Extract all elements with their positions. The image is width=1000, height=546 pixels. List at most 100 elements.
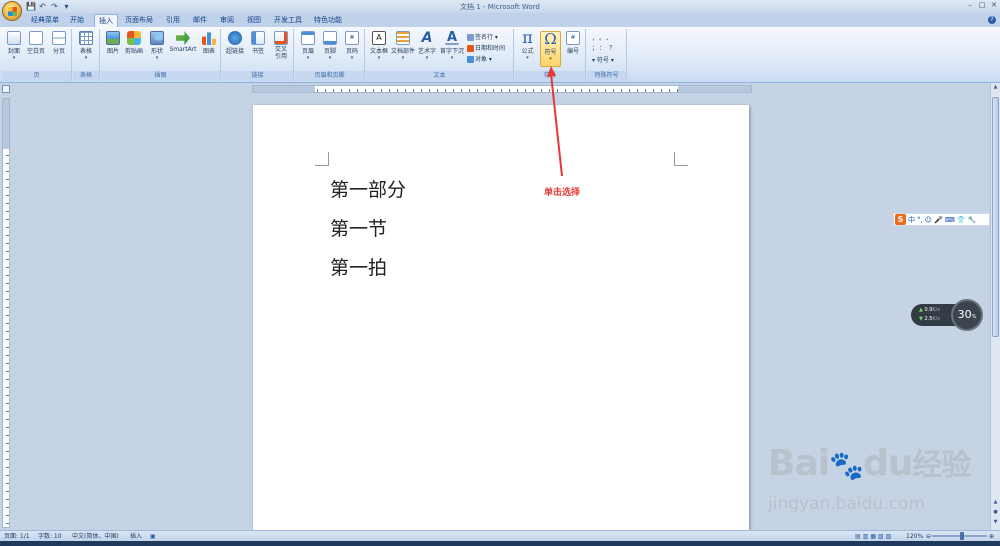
table-label: 表格	[79, 48, 92, 55]
numbering-button[interactable]: # 编号	[563, 31, 583, 67]
horizontal-ruler[interactable]	[252, 85, 752, 93]
ime-skin-icon[interactable]: 👕	[957, 216, 966, 224]
object-button[interactable]: 对象 ▾	[467, 54, 492, 63]
prev-page-icon[interactable]: ▲	[992, 498, 999, 506]
bookmark-button[interactable]: 书签	[248, 31, 268, 67]
tab-page-layout[interactable]: 页面布局	[122, 14, 156, 27]
close-button[interactable]: ✕	[988, 0, 1000, 10]
vertical-scrollbar[interactable]: ▲ ▲ ● ▼	[990, 83, 1000, 530]
cross-reference-icon	[274, 31, 288, 45]
memory-usage-circle[interactable]: 30%	[951, 299, 983, 331]
chart-label: 图表	[202, 48, 215, 55]
quick-parts-button[interactable]: 文档部件 ▾	[391, 31, 415, 67]
tab-selector-icon[interactable]	[2, 85, 10, 93]
date-time-icon	[467, 45, 474, 52]
watermark-brand: Bai	[768, 443, 830, 484]
blank-page-button[interactable]: 空白页	[24, 31, 48, 67]
maximize-button[interactable]: □	[976, 0, 988, 10]
footer-button[interactable]: 页脚 ▾	[320, 31, 340, 67]
window-title: 文档 1 - Microsoft Word	[460, 3, 540, 11]
tab-view[interactable]: 视图	[243, 14, 265, 27]
doc-line-1[interactable]: 第一部分	[330, 175, 406, 202]
tab-references[interactable]: 引用	[162, 14, 184, 27]
picture-button[interactable]: 图片	[104, 31, 122, 67]
ime-tools-icon[interactable]: 🔧	[968, 216, 977, 224]
ruler-row	[0, 83, 1000, 95]
sogou-logo-icon[interactable]: S	[895, 214, 906, 225]
tab-home[interactable]: 开始	[66, 14, 88, 27]
signature-line-button[interactable]: 签名行 ▾	[467, 32, 498, 41]
bookmark-label: 书签	[251, 48, 264, 55]
zoom-knob[interactable]	[960, 532, 964, 540]
object-icon	[467, 56, 474, 63]
equation-button[interactable]: π 公式 ▾	[517, 30, 538, 67]
special-symbol-period[interactable]: 。	[599, 35, 606, 42]
special-symbol-row-2[interactable]: ；：？	[592, 43, 619, 52]
special-symbol-dropdown[interactable]: ▾ 符号 ▾	[592, 55, 614, 64]
special-symbol-semicolon[interactable]: ；	[592, 45, 599, 52]
next-page-icon[interactable]: ▼	[992, 518, 999, 526]
shapes-button[interactable]: 形状 ▾	[147, 31, 167, 67]
group-illustration: 图片 剪贴画 形状 ▾ SmartArt 图表 插图	[101, 29, 221, 81]
special-symbol-comma[interactable]: ，	[592, 35, 599, 42]
symbol-button[interactable]: Ω 符号 ▾	[540, 31, 561, 67]
wordart-button[interactable]: A 艺术字 ▾	[417, 31, 437, 67]
wordart-icon: A	[421, 30, 433, 46]
tab-features[interactable]: 特色功能	[311, 14, 345, 27]
cross-reference-button[interactable]: 交叉引用	[270, 31, 292, 75]
scroll-up-icon[interactable]: ▲	[992, 83, 999, 91]
table-button[interactable]: 表格 ▾	[76, 31, 96, 67]
tab-insert[interactable]: 插入	[94, 14, 118, 27]
numbering-icon: #	[566, 31, 580, 45]
special-symbol-dropdown-label: 符号	[596, 57, 609, 64]
textbox-button[interactable]: A 文本框 ▾	[368, 31, 390, 67]
date-time-button[interactable]: 日期和时间	[467, 43, 505, 52]
cover-button[interactable]: 封面 ▾	[4, 31, 24, 67]
hyperlink-button[interactable]: 超链接	[224, 31, 246, 67]
doc-line-2[interactable]: 第一节	[330, 214, 387, 241]
office-button[interactable]	[2, 1, 22, 21]
symbol-label: 符号	[544, 49, 557, 56]
ime-keyboard-icon[interactable]: ⌨	[945, 216, 955, 224]
tab-developer[interactable]: 开发工具	[271, 14, 305, 27]
smartart-button[interactable]: SmartArt	[168, 31, 198, 67]
page-break-button[interactable]: 分页	[49, 31, 69, 67]
dropcap-button[interactable]: A 首字下沉 ▾	[439, 31, 465, 67]
special-symbol-colon[interactable]: ：	[599, 45, 609, 52]
clipart-button[interactable]: 剪贴画	[123, 31, 145, 67]
signature-line-icon	[467, 34, 474, 41]
paw-icon: 🐾	[829, 449, 864, 482]
vertical-ruler[interactable]	[2, 98, 10, 528]
minimize-button[interactable]: –	[964, 0, 976, 10]
chart-icon	[202, 32, 216, 45]
hyperlink-label: 超链接	[225, 48, 244, 55]
tab-mailings[interactable]: 邮件	[189, 14, 211, 27]
picture-icon	[106, 31, 120, 45]
ime-punctuation-icon[interactable]: °,	[917, 216, 923, 224]
textbox-label: 文本框	[369, 48, 388, 55]
special-symbol-dunhao[interactable]: 、	[606, 35, 616, 42]
chart-button[interactable]: 图表	[199, 31, 219, 67]
scroll-thumb[interactable]	[992, 97, 999, 337]
network-speed-widget[interactable]: ▲ 0.9K/s ▼ 2.5K/s 30%	[911, 299, 983, 331]
omega-icon: Ω	[544, 30, 557, 48]
special-symbol-question[interactable]: ？	[609, 45, 619, 52]
tab-classic-menu[interactable]: 经典菜单	[28, 14, 62, 27]
doc-line-3[interactable]: 第一拍	[330, 253, 387, 280]
document-page[interactable]: 第一部分 第一节 第一拍	[253, 105, 749, 530]
quick-parts-icon	[396, 31, 410, 45]
special-symbol-row-1[interactable]: ，。、	[592, 33, 616, 42]
browse-object-icon[interactable]: ●	[992, 508, 999, 516]
tab-review[interactable]: 审阅	[216, 14, 238, 27]
numbering-label: 编号	[566, 48, 579, 55]
upload-unit: K/s	[932, 307, 940, 313]
help-icon[interactable]: ?	[988, 16, 996, 24]
ime-voice-icon[interactable]: 🎤	[934, 216, 943, 224]
cover-icon	[7, 31, 21, 45]
page-number-button[interactable]: # 页码 ▾	[342, 31, 362, 67]
ime-emoji-icon[interactable]: ☺	[925, 216, 932, 224]
ime-chinese-mode[interactable]: 中	[908, 215, 915, 225]
header-button[interactable]: 页眉 ▾	[298, 31, 318, 67]
group-text-label: 文本	[366, 71, 513, 81]
picture-label: 图片	[106, 48, 119, 55]
